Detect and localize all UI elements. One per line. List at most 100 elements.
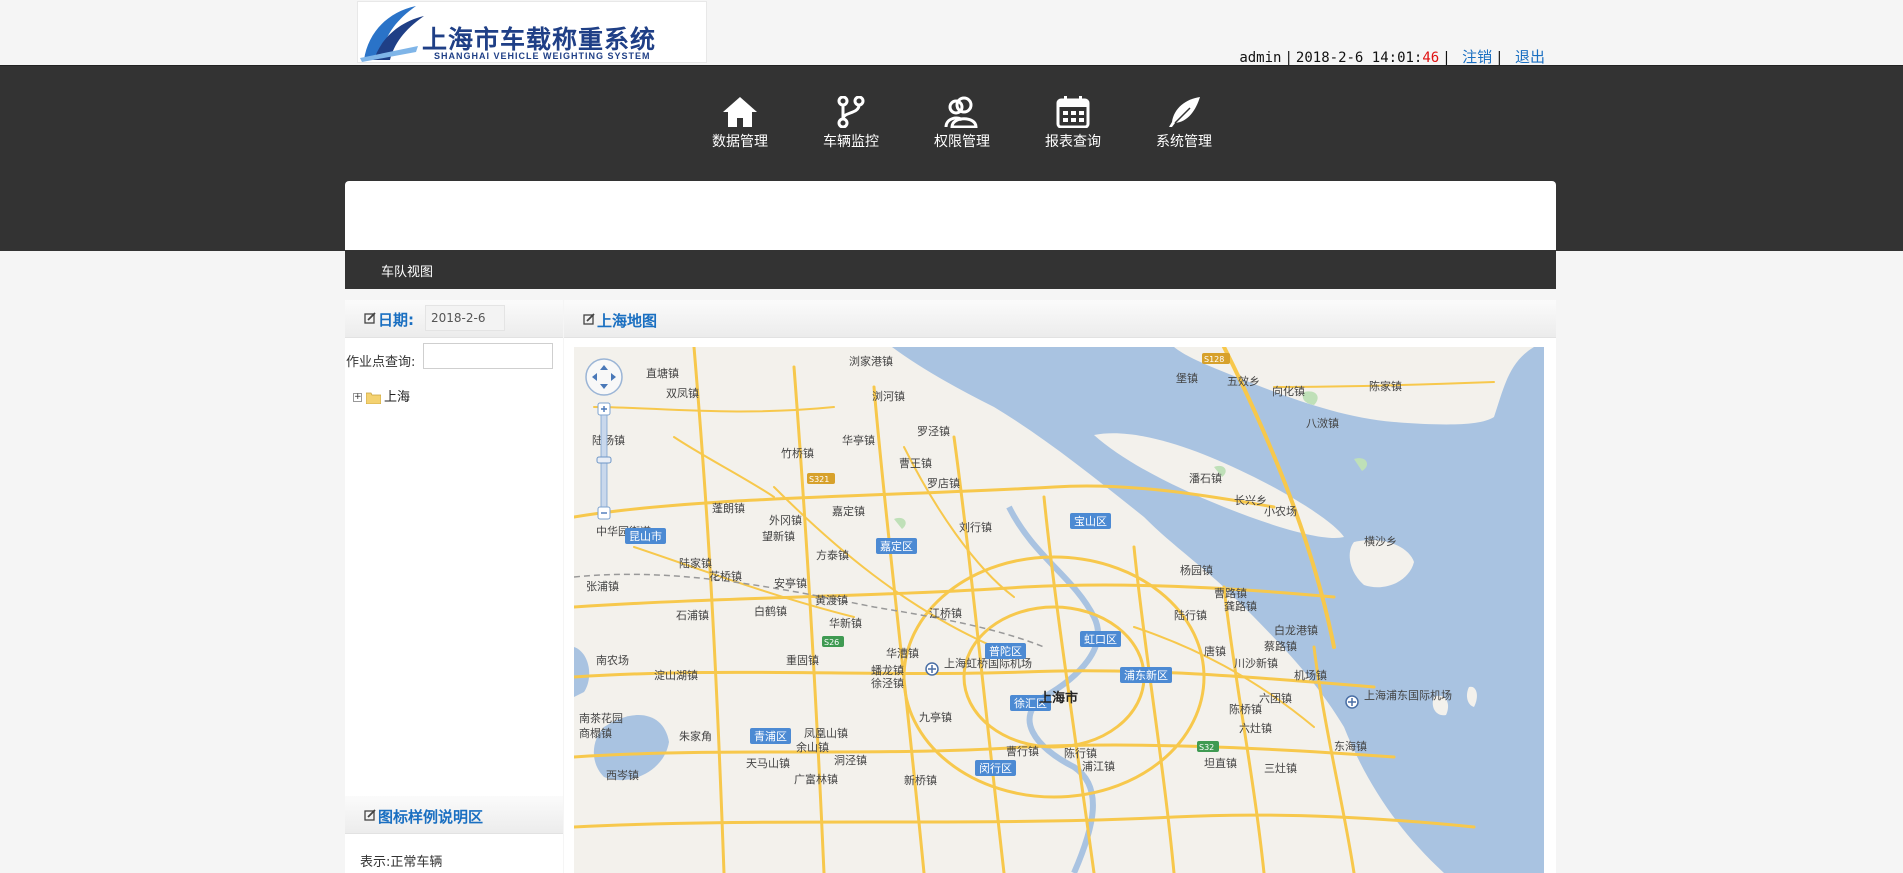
highway-shield-label: S128: [1204, 355, 1224, 364]
map-place-label: 洞泾镇: [834, 753, 867, 767]
nav-label: 车辆监控: [823, 134, 879, 150]
map-place-label: 嘉定镇: [832, 504, 865, 518]
map-place-label: 直塘镇: [646, 366, 679, 380]
feather-icon: [1169, 97, 1200, 127]
site-search-row: 作业点查询:: [345, 342, 563, 372]
map-place-label: 罗泾镇: [917, 424, 950, 438]
map-place-label: 张浦镇: [586, 579, 619, 593]
map-place-label: 蟠龙镇: [871, 663, 904, 677]
map-panel: 上海地图 S128 S321 S26 S32 浏家港镇 直塘镇 双凤镇 浏河镇 …: [564, 300, 1556, 873]
map-place-label: 望新镇: [762, 529, 795, 543]
datetime-seconds: 46: [1422, 50, 1440, 66]
nav-item-data-management[interactable]: 数据管理: [705, 96, 775, 152]
map-place-label: 余山镇: [796, 740, 829, 754]
tree-node-shanghai[interactable]: 上海: [384, 390, 410, 405]
map-zoom-control[interactable]: [584, 357, 624, 522]
map-place-label: 天马山镇: [746, 756, 790, 770]
map-place-label: 东海镇: [1334, 739, 1367, 753]
username: admin: [1239, 50, 1282, 66]
logout-link[interactable]: 注销: [1462, 48, 1492, 66]
map-place-label: 南农场: [596, 653, 629, 667]
date-header: 日期:: [345, 300, 563, 338]
map-place-label: 陆家镇: [679, 556, 712, 570]
tree-expand-icon[interactable]: +: [353, 393, 362, 402]
map-place-label: 浏家港镇: [849, 354, 893, 368]
shanghai-map[interactable]: S128 S321 S26 S32 浏家港镇 直塘镇 双凤镇 浏河镇 罗泾镇 华亭镇 竹桥镇 陆杨镇…: [574, 347, 1544, 873]
map-place-label: 陈家镇: [1369, 379, 1402, 393]
highway-shield-label: S321: [809, 475, 829, 484]
map-place-label: 朱家角: [679, 729, 712, 743]
map-place-label: 五效乡: [1227, 374, 1260, 388]
map-place-label: 龚路镇: [1224, 599, 1257, 613]
nav-label: 系统管理: [1156, 134, 1212, 150]
map-place-label: 西岑镇: [606, 768, 639, 782]
map-place-label: 浦江镇: [1082, 759, 1115, 773]
map-place-label: 双凤镇: [666, 386, 699, 400]
map-canvas[interactable]: S128S321S26S32 浏家港镇直塘镇双凤镇 浏河镇罗泾镇华亭镇竹桥镇陆杨镇…: [574, 347, 1544, 873]
map-place-label: 六灶镇: [1239, 721, 1272, 735]
map-place-label: 白鹤镇: [754, 604, 787, 618]
calendar-icon: [1056, 96, 1090, 128]
left-panel: 日期: 作业点查询: + 上海 图标样例说明区 表示:正常车辆: [345, 300, 563, 873]
map-place-label: 上海浦东国际机场: [1364, 688, 1452, 702]
map-place-label: 华漕镇: [886, 646, 919, 660]
branch-icon: [837, 96, 865, 128]
map-title: 上海地图: [597, 312, 658, 330]
exit-link[interactable]: 退出: [1515, 48, 1545, 66]
map-place-label: 凤凰山镇: [804, 726, 848, 740]
map-place-label: 陈桥镇: [1229, 702, 1262, 716]
map-place-label: 广富林镇: [794, 772, 838, 786]
folder-icon: [366, 392, 381, 404]
map-place-label: 花桥镇: [709, 569, 742, 583]
logo-swoosh-icon: [360, 6, 424, 62]
map-place-label: 浏河镇: [872, 389, 905, 403]
pan-control[interactable]: [585, 358, 623, 396]
map-place-label: 外冈镇: [769, 513, 802, 527]
map-place-label: 坦直镇: [1204, 756, 1237, 770]
district-label: 浦东新区: [1124, 668, 1168, 682]
date-input[interactable]: [425, 305, 505, 331]
district-label: 普陀区: [989, 644, 1022, 658]
map-place-label: 三灶镇: [1264, 761, 1297, 775]
yangtze-water: [892, 347, 1544, 873]
airport-icon: [1345, 695, 1359, 709]
edit-icon: [364, 312, 376, 324]
map-place-label: 重固镇: [786, 653, 819, 667]
users-icon: [944, 96, 978, 128]
edit-icon: [583, 313, 595, 325]
district-label: 昆山市: [629, 529, 662, 543]
map-place-label: 曹行镇: [1006, 744, 1039, 758]
tab-fleet-view[interactable]: 车队视图: [381, 261, 433, 280]
map-place-label: 向化镇: [1272, 384, 1305, 398]
map-place-label: 唐镇: [1204, 644, 1226, 658]
nav-item-report-query[interactable]: 报表查询: [1038, 96, 1108, 152]
nav-item-vehicle-monitoring[interactable]: 车辆监控: [816, 96, 886, 152]
map-place-label: 机场镇: [1294, 668, 1327, 682]
nav-item-permission-management[interactable]: 权限管理: [927, 96, 997, 152]
nav-item-system-management[interactable]: 系统管理: [1149, 96, 1219, 152]
map-place-label: 陈行镇: [1064, 746, 1097, 760]
home-icon: [723, 97, 757, 127]
city-label: 上海市: [1039, 690, 1078, 706]
map-place-label: 徐泾镇: [871, 676, 904, 690]
map-place-label: 潘石镇: [1189, 471, 1222, 485]
district-label: 嘉定区: [880, 539, 913, 553]
map-place-label: 淀山湖镇: [654, 668, 698, 682]
app-logo[interactable]: 上海市车载称重系统 SHANGHAI VEHICLE WEIGHTING SYS…: [357, 1, 707, 63]
sub-nav: 车队视图: [345, 250, 1556, 289]
map-place-label: 六团镇: [1259, 691, 1292, 705]
site-search-input[interactable]: [423, 343, 553, 369]
edit-icon: [364, 809, 376, 821]
map-place-label: 蓬朗镇: [712, 501, 745, 515]
map-place-label: 方泰镇: [816, 548, 849, 562]
district-label: 宝山区: [1074, 514, 1107, 528]
nav-label: 权限管理: [934, 134, 990, 150]
district-label: 虹口区: [1084, 633, 1117, 646]
map-place-label: 堡镇: [1176, 371, 1198, 385]
legend-title: 图标样例说明区: [378, 808, 484, 826]
nav-label: 报表查询: [1045, 134, 1101, 150]
user-bar: admin | 2018-2-6 14:01:46 | 注销 | 退出: [1239, 48, 1545, 66]
highway-shield-label: S32: [1199, 743, 1214, 752]
map-place-label: 蔡路镇: [1264, 639, 1297, 653]
zoom-handle[interactable]: [596, 456, 612, 464]
